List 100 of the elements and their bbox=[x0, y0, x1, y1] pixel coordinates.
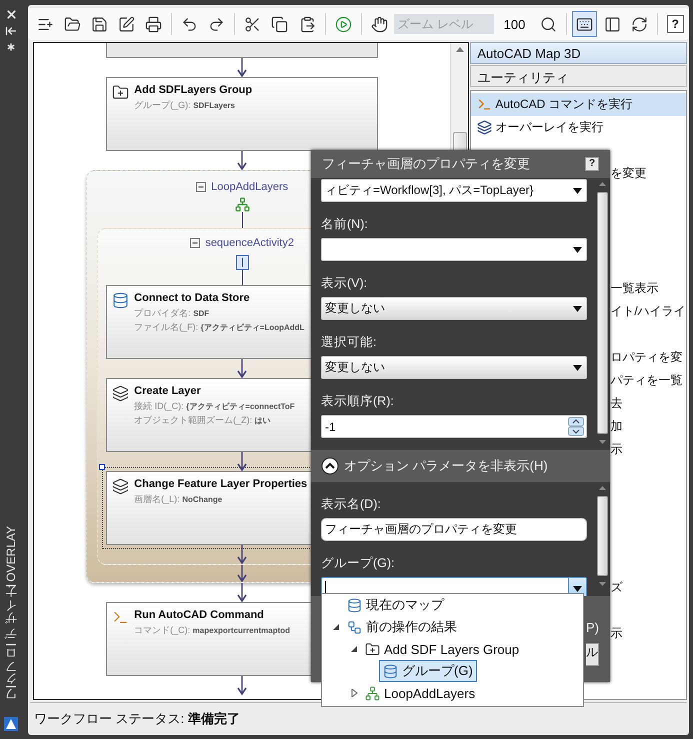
caret-icon[interactable] bbox=[572, 364, 582, 370]
scroll-down-icon[interactable] bbox=[598, 582, 606, 586]
field-label: P) bbox=[586, 620, 599, 635]
order-spinner[interactable]: -1 bbox=[321, 415, 587, 438]
scissors-icon bbox=[244, 16, 262, 32]
database-icon bbox=[383, 664, 398, 678]
field-label: 選択可能: bbox=[321, 334, 378, 351]
caret-icon[interactable] bbox=[572, 306, 582, 312]
list-item[interactable]: 示 bbox=[610, 625, 622, 642]
activity-parameter: プロバイダ名: SDF bbox=[134, 307, 210, 320]
spin-buttons-icon[interactable] bbox=[568, 417, 584, 436]
undo-icon bbox=[181, 16, 198, 32]
zoom-percent: 100 bbox=[504, 16, 526, 32]
connector-arrow bbox=[237, 545, 248, 564]
folder-icon bbox=[64, 16, 82, 32]
list-item[interactable]: AutoCAD コマンドを実行 bbox=[471, 93, 686, 116]
tree-item[interactable]: グループ(G) bbox=[379, 660, 477, 682]
activity-parameter: オブジェクト範囲ズーム(_Z): はい bbox=[134, 414, 272, 427]
expanded-icon[interactable] bbox=[332, 623, 340, 631]
list-item[interactable]: 一覧表示 bbox=[610, 280, 658, 297]
combo-box[interactable]: ィビティ=Workflow[3], パス=TopLayer} bbox=[321, 179, 587, 202]
expanded-icon[interactable] bbox=[350, 645, 358, 653]
palette-title: ワークフロー デザイナー : OVERLAY bbox=[2, 526, 18, 707]
help-button[interactable]: ? bbox=[666, 15, 684, 33]
options-toggle[interactable]: オプション パラメータを非表示(H) bbox=[311, 450, 610, 482]
dialog-title: フィーチャ画層のプロパティを変更 bbox=[322, 155, 530, 173]
tree-structure-icon bbox=[365, 686, 380, 700]
scroll-up-icon[interactable] bbox=[598, 182, 606, 186]
help-button[interactable]: ? bbox=[585, 157, 599, 171]
list-item[interactable]: ズ bbox=[610, 579, 622, 596]
dropdown[interactable]: 変更しない bbox=[321, 356, 587, 379]
activity-box[interactable]: Add SDFLayers Group グループ(_G): SDFLayers bbox=[106, 77, 378, 151]
connector-arrow bbox=[237, 565, 248, 582]
close-icon[interactable] bbox=[4, 8, 18, 21]
collapse-icon bbox=[321, 457, 339, 475]
list-item[interactable]: パティを一覧 bbox=[610, 372, 682, 389]
zoom-icon bbox=[540, 16, 558, 32]
scroll-up-icon[interactable] bbox=[598, 486, 606, 490]
activity-parameter: 画層名(_L): NoChange bbox=[134, 493, 224, 506]
collapsed-icon[interactable] bbox=[350, 689, 358, 697]
paste-icon bbox=[298, 16, 316, 32]
loop-title: LoopAddLayers bbox=[211, 181, 288, 193]
list-item[interactable]: イト/ハイライ bbox=[610, 303, 686, 320]
dropdown[interactable]: 変更しない bbox=[321, 297, 587, 320]
dialog-button[interactable]: ル bbox=[586, 643, 599, 666]
status-label: ワークフロー ステータス: bbox=[34, 710, 184, 728]
connector-arrow bbox=[237, 583, 248, 602]
dock-icon[interactable] bbox=[5, 25, 17, 37]
scroll-up-icon[interactable] bbox=[456, 47, 464, 52]
refresh-icon bbox=[630, 16, 648, 32]
activity-parameter: 接続 ID(_C): {アクティビティ=connectToF bbox=[134, 400, 295, 413]
connector-arrow bbox=[237, 151, 248, 170]
folder-plus-icon bbox=[365, 642, 380, 656]
category-header[interactable]: ユーティリティ bbox=[470, 65, 687, 87]
activity-parameter: グループ(_G): SDFLayers bbox=[134, 99, 236, 112]
asterisk-icon[interactable] bbox=[5, 41, 17, 53]
caret-icon[interactable] bbox=[572, 246, 582, 252]
caret-icon[interactable] bbox=[572, 188, 582, 194]
collapse-icon[interactable] bbox=[190, 238, 200, 248]
text-field[interactable]: フィーチャ画層のプロパティを変更 bbox=[321, 518, 587, 541]
activity-title: Run AutoCAD Command bbox=[134, 609, 265, 621]
list-item[interactable]: オーバーレイを実行 bbox=[471, 116, 686, 139]
sequence-title: sequenceActivity2 bbox=[205, 237, 294, 249]
redo-icon bbox=[208, 16, 226, 32]
keyboard-button[interactable] bbox=[572, 11, 598, 37]
connector-arrow bbox=[237, 58, 248, 77]
list-item[interactable]: ロパティを変 bbox=[610, 349, 682, 366]
tree-item[interactable]: LoopAddLayers bbox=[361, 684, 480, 702]
field-label: 名前(N): bbox=[321, 216, 369, 233]
connector-arrow bbox=[237, 676, 248, 695]
layers-icon bbox=[112, 478, 130, 495]
activity-title: Connect to Data Store bbox=[134, 292, 251, 304]
list-item[interactable]: 示 bbox=[610, 441, 622, 458]
activity-title: Create Layer bbox=[134, 385, 202, 397]
folder-plus-icon bbox=[112, 84, 130, 101]
connector-arrow bbox=[237, 359, 248, 378]
layers-icon bbox=[477, 120, 492, 135]
database-icon bbox=[112, 292, 130, 309]
hand-icon bbox=[370, 16, 388, 32]
scroll-down-icon[interactable] bbox=[598, 440, 606, 444]
app-icon[interactable] bbox=[4, 717, 18, 731]
database-icon bbox=[347, 598, 362, 612]
selection-handle[interactable] bbox=[99, 464, 106, 470]
activity-parameter: コマンド(_C): mapexportcurrentmaptod bbox=[134, 624, 290, 637]
panel-icon bbox=[604, 16, 621, 32]
loop-icon bbox=[234, 197, 250, 212]
layers-plus-icon bbox=[112, 385, 130, 402]
list-item[interactable]: を変更 bbox=[610, 165, 646, 182]
flow-icon bbox=[347, 620, 362, 634]
field-label: グループ(G): bbox=[321, 555, 396, 572]
edit-icon bbox=[118, 16, 136, 32]
connector-arrow bbox=[237, 452, 248, 471]
collapse-icon[interactable] bbox=[196, 182, 206, 192]
terminal-icon bbox=[477, 97, 492, 112]
terminal-icon bbox=[112, 609, 130, 626]
status-value: 準備完了 bbox=[188, 710, 240, 728]
palette-header[interactable]: AutoCAD Map 3D bbox=[470, 42, 687, 64]
list-item[interactable]: 去 bbox=[610, 395, 622, 412]
sequence-icon bbox=[236, 255, 249, 270]
list-item[interactable]: 加 bbox=[610, 418, 622, 435]
